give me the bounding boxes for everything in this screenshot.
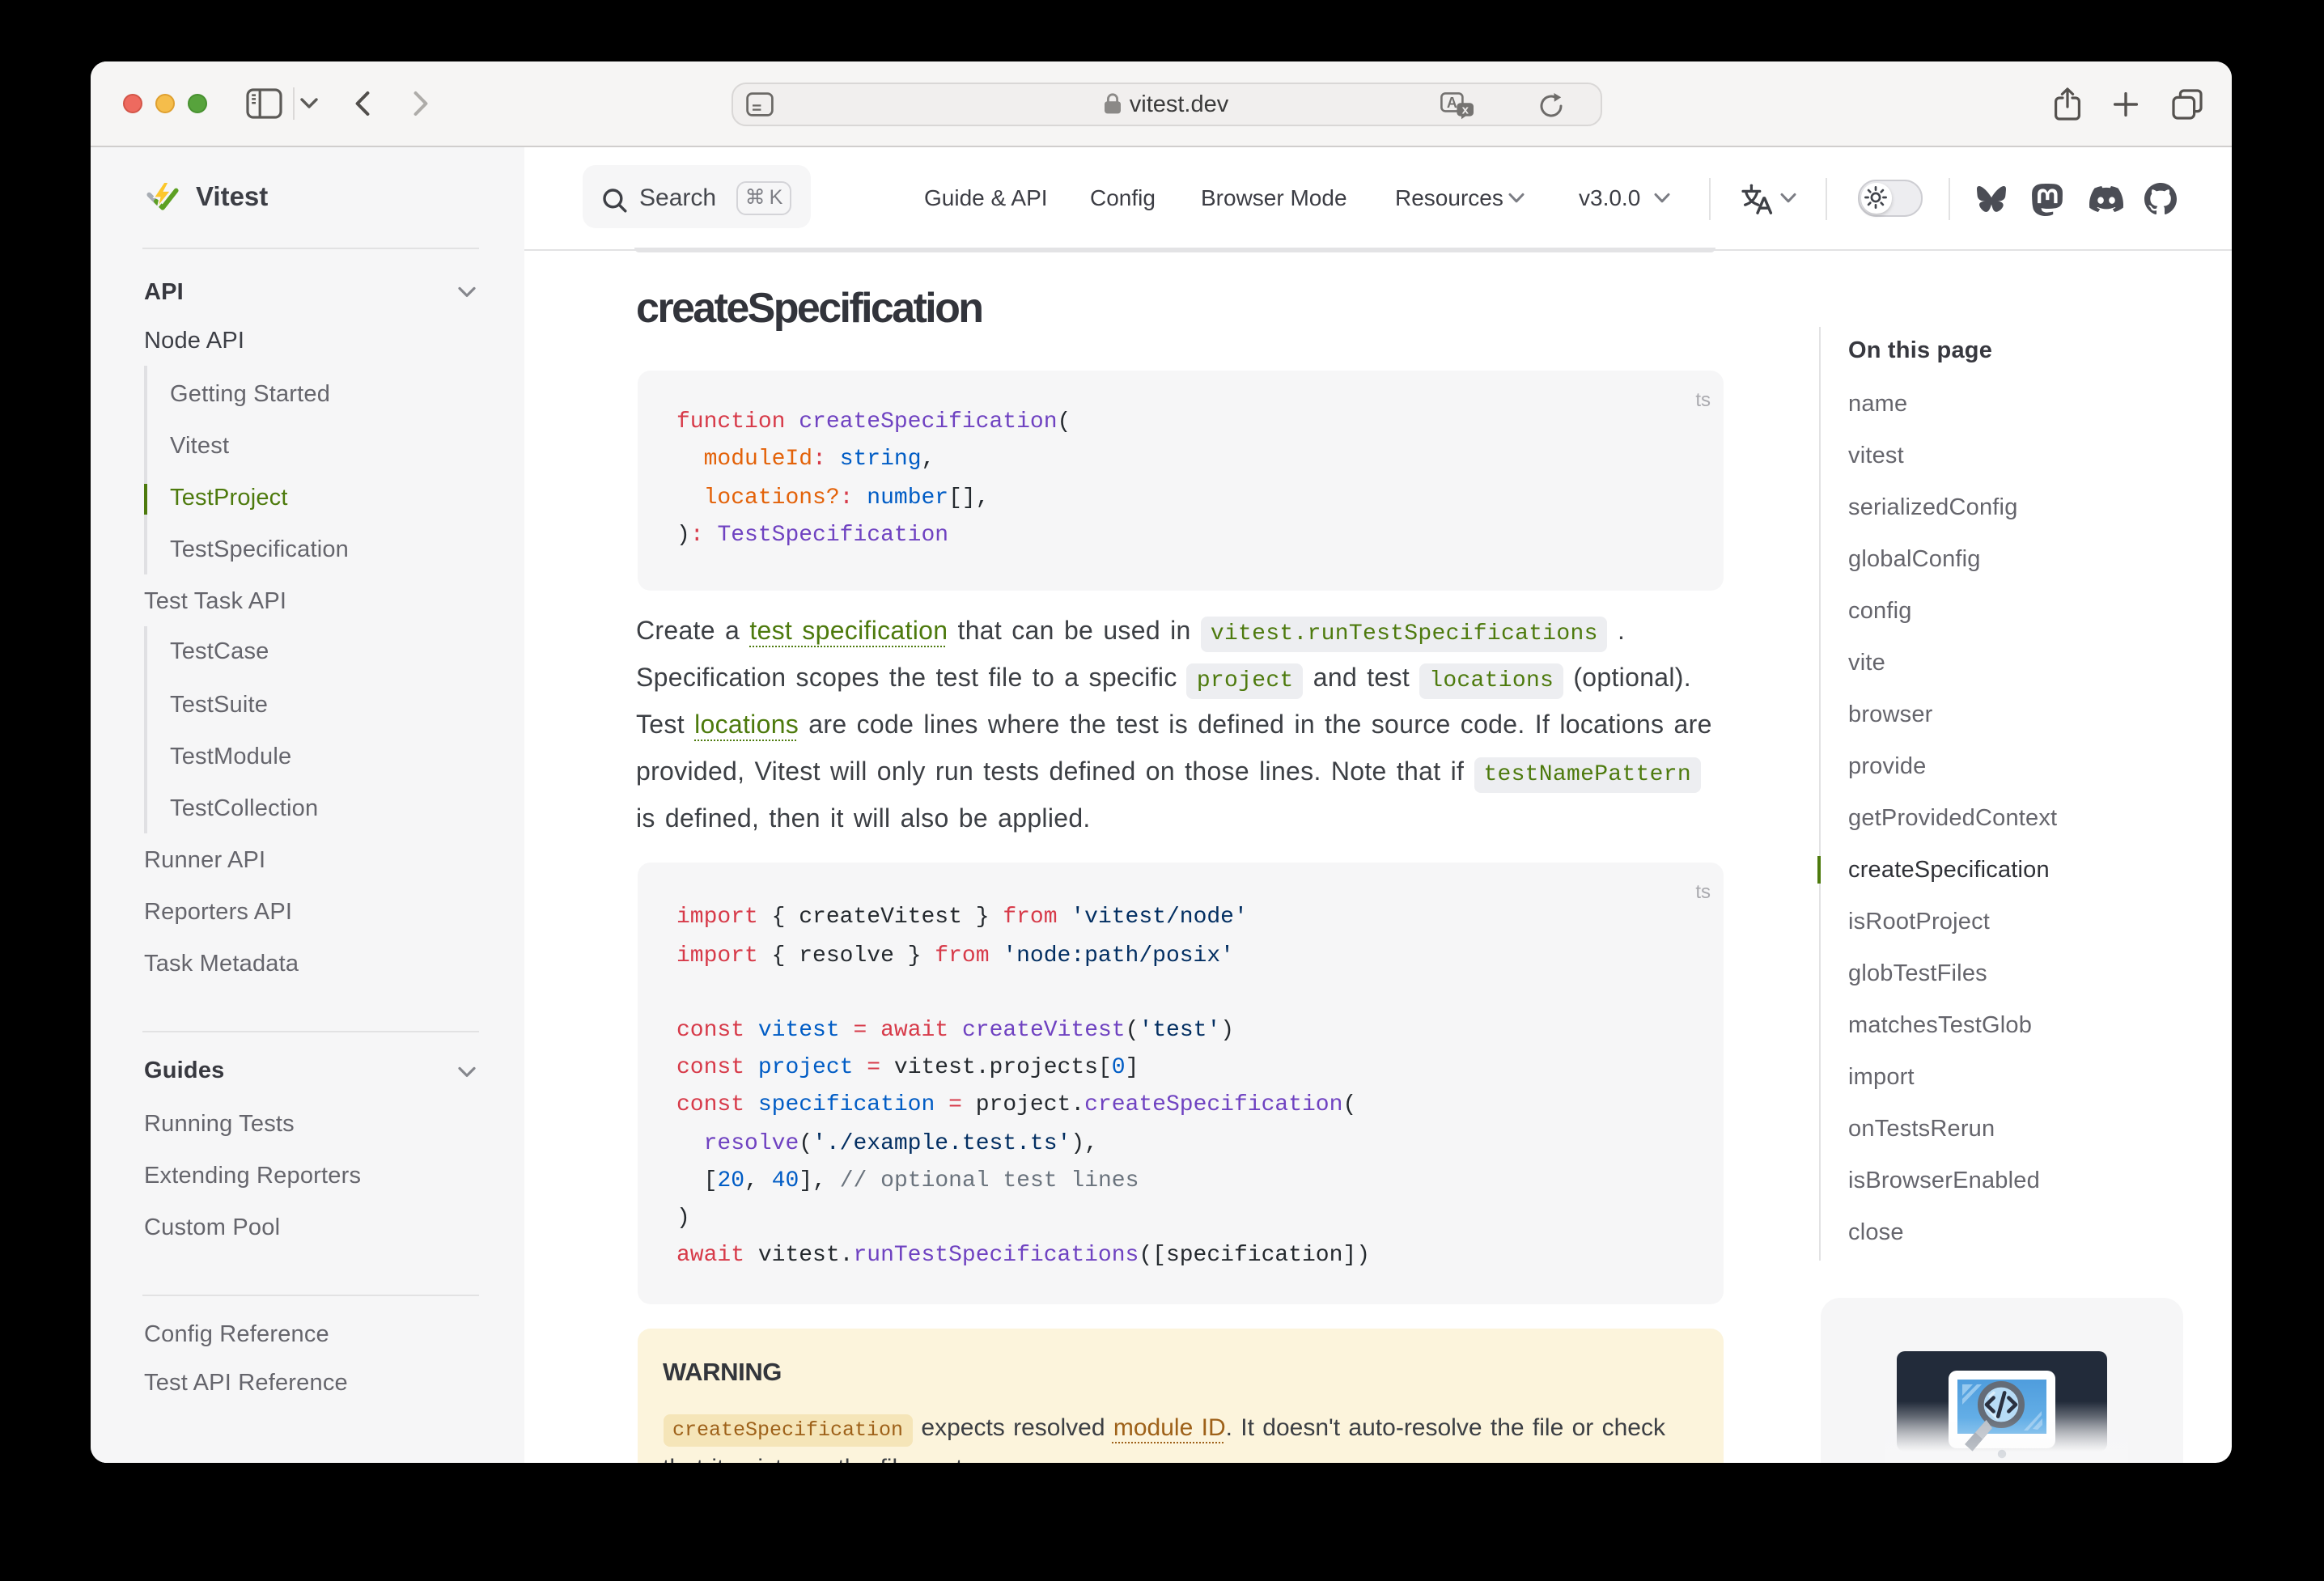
svg-text:A: A — [1446, 95, 1457, 111]
svg-text:x: x — [1461, 104, 1469, 117]
